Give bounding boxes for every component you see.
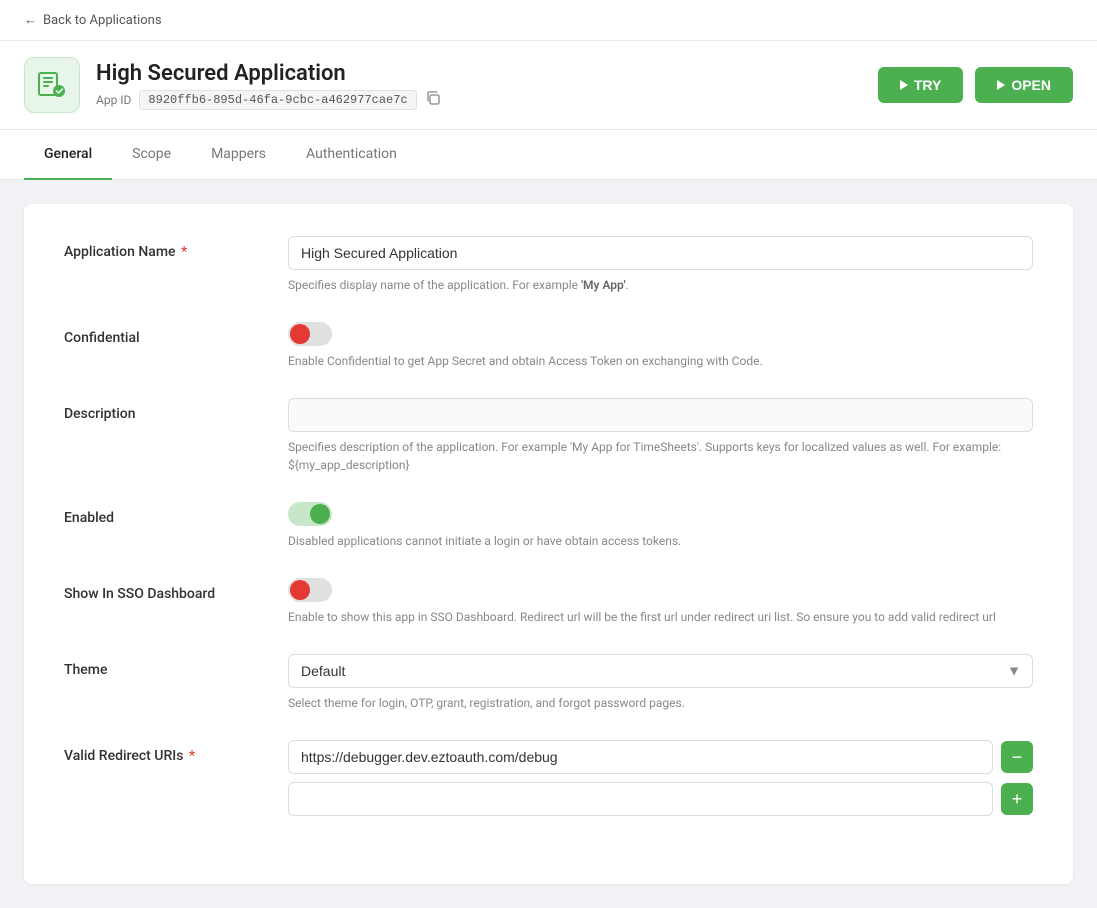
enabled-toggle-wrap <box>288 502 1033 526</box>
theme-select[interactable]: Default Light Dark <box>288 654 1033 688</box>
enabled-toggle[interactable] <box>288 502 332 526</box>
application-name-hint: Specifies display name of the applicatio… <box>288 276 1033 294</box>
application-name-label: Application Name * <box>64 236 264 260</box>
show-in-sso-toggle-wrap <box>288 578 1033 602</box>
redirect-uri-row-0: − <box>288 740 1033 774</box>
redirect-uri-input-0[interactable] <box>288 740 993 774</box>
confidential-toggle-wrap <box>288 322 1033 346</box>
add-redirect-uri-button[interactable]: + <box>1001 783 1033 815</box>
tab-general[interactable]: General <box>24 130 112 180</box>
description-hint: Specifies description of the application… <box>288 438 1033 474</box>
tab-scope[interactable]: Scope <box>112 130 191 180</box>
copy-icon[interactable] <box>425 90 441 110</box>
top-bar: ← Back to Applications <box>0 0 1097 41</box>
try-button[interactable]: TRY <box>878 67 963 103</box>
tab-mappers[interactable]: Mappers <box>191 130 286 180</box>
theme-hint: Select theme for login, OTP, grant, regi… <box>288 694 1033 712</box>
app-id-row: App ID 8920ffb6-895d-46fa-9cbc-a462977ca… <box>96 90 441 110</box>
confidential-hint: Enable Confidential to get App Secret an… <box>288 352 1033 370</box>
theme-row: Theme Default Light Dark ▼ Select theme … <box>64 654 1033 712</box>
show-in-sso-label: Show In SSO Dashboard <box>64 578 264 602</box>
show-in-sso-field: Enable to show this app in SSO Dashboard… <box>288 578 1033 626</box>
open-button[interactable]: OPEN <box>975 67 1073 103</box>
enabled-toggle-knob <box>310 504 330 524</box>
confidential-row: Confidential Enable Confidential to get … <box>64 322 1033 370</box>
app-icon <box>24 57 80 113</box>
redirect-required-star: * <box>185 748 195 764</box>
show-in-sso-toggle-knob <box>290 580 310 600</box>
confidential-toggle-knob <box>290 324 310 344</box>
description-label: Description <box>64 398 264 422</box>
valid-redirect-uris-field: − + <box>288 740 1033 824</box>
valid-redirect-uris-row: Valid Redirect URIs * − + <box>64 740 1033 824</box>
show-in-sso-toggle[interactable] <box>288 578 332 602</box>
app-header: High Secured Application App ID 8920ffb6… <box>0 41 1097 130</box>
tabs-bar: General Scope Mappers Authentication <box>0 130 1097 180</box>
redirect-uri-row-1: + <box>288 782 1033 816</box>
form-card: Application Name * Specifies display nam… <box>24 204 1073 884</box>
app-title-section: High Secured Application App ID 8920ffb6… <box>96 61 441 110</box>
show-in-sso-hint: Enable to show this app in SSO Dashboard… <box>288 608 1033 626</box>
main-content: Application Name * Specifies display nam… <box>0 180 1097 908</box>
open-label: OPEN <box>1011 77 1051 93</box>
app-title: High Secured Application <box>96 61 441 86</box>
play-icon-try <box>900 80 908 90</box>
app-id-label: App ID <box>96 93 131 107</box>
header-actions: TRY OPEN <box>878 67 1073 103</box>
confidential-field: Enable Confidential to get App Secret an… <box>288 322 1033 370</box>
description-field: Specifies description of the application… <box>288 398 1033 474</box>
theme-label: Theme <box>64 654 264 678</box>
valid-redirect-uris-label: Valid Redirect URIs * <box>64 740 264 764</box>
application-name-field: Specifies display name of the applicatio… <box>288 236 1033 294</box>
theme-select-wrap: Default Light Dark ▼ <box>288 654 1033 688</box>
application-name-input[interactable] <box>288 236 1033 270</box>
back-arrow-icon: ← <box>24 12 37 28</box>
tab-authentication[interactable]: Authentication <box>286 130 417 180</box>
application-name-row: Application Name * Specifies display nam… <box>64 236 1033 294</box>
show-in-sso-row: Show In SSO Dashboard Enable to show thi… <box>64 578 1033 626</box>
enabled-label: Enabled <box>64 502 264 526</box>
app-header-left: High Secured Application App ID 8920ffb6… <box>24 57 441 113</box>
required-star: * <box>178 244 188 260</box>
back-link[interactable]: ← Back to Applications <box>24 12 162 28</box>
enabled-row: Enabled Disabled applications cannot ini… <box>64 502 1033 550</box>
theme-field: Default Light Dark ▼ Select theme for lo… <box>288 654 1033 712</box>
redirect-uri-input-1[interactable] <box>288 782 993 816</box>
confidential-toggle[interactable] <box>288 322 332 346</box>
back-link-label: Back to Applications <box>43 13 162 28</box>
remove-redirect-uri-button-0[interactable]: − <box>1001 741 1033 773</box>
play-icon-open <box>997 80 1005 90</box>
try-label: TRY <box>914 77 941 93</box>
enabled-field: Disabled applications cannot initiate a … <box>288 502 1033 550</box>
enabled-hint: Disabled applications cannot initiate a … <box>288 532 1033 550</box>
description-input[interactable] <box>288 398 1033 432</box>
app-logo-icon <box>36 69 68 101</box>
confidential-label: Confidential <box>64 322 264 346</box>
app-id-value: 8920ffb6-895d-46fa-9cbc-a462977cae7c <box>139 90 416 110</box>
description-row: Description Specifies description of the… <box>64 398 1033 474</box>
